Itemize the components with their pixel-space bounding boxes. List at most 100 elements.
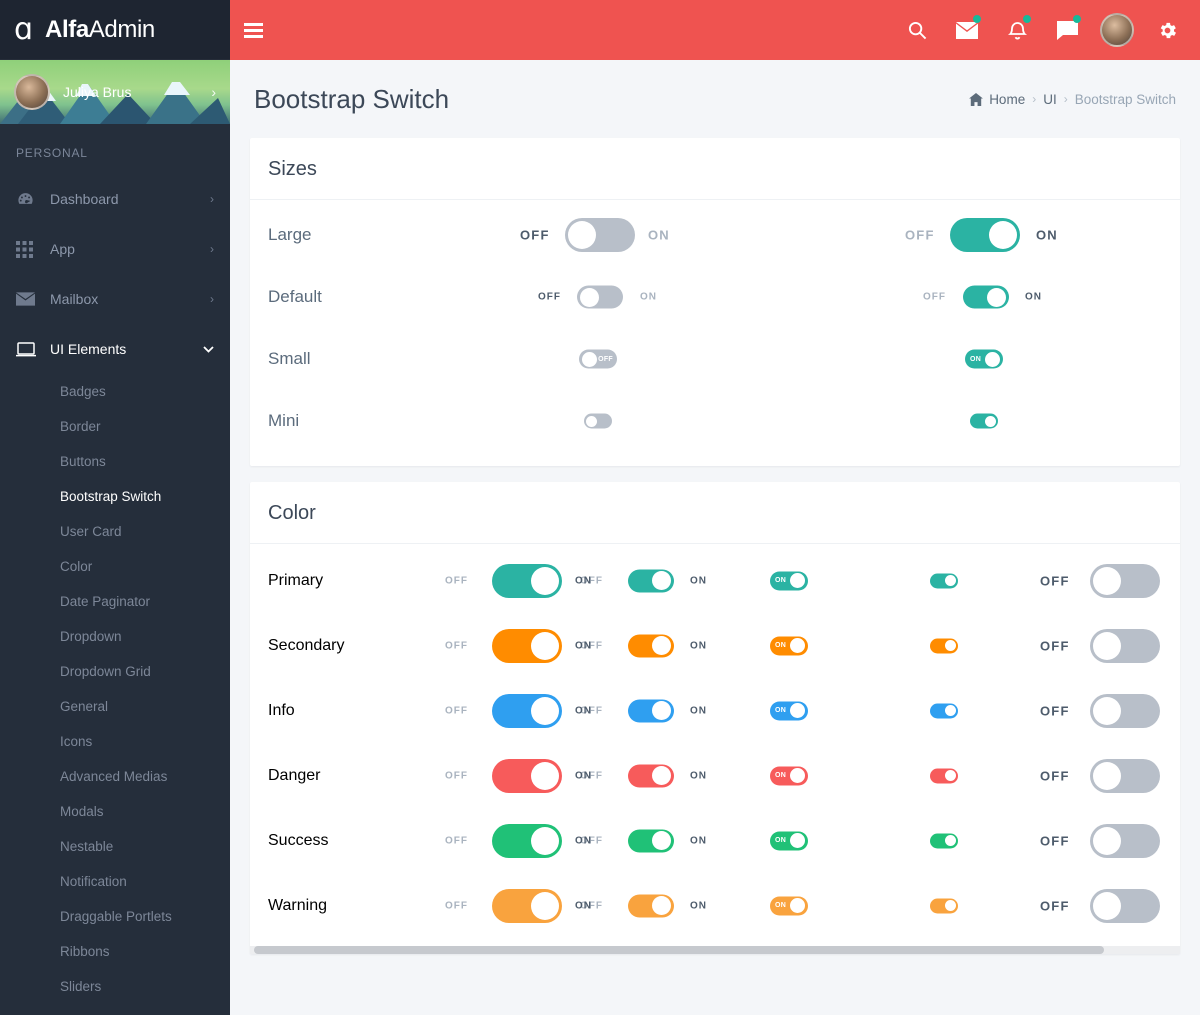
switch-primary-small-on[interactable]: ON [770,571,808,590]
off-text: OFF [1040,833,1070,848]
alpha-icon: ɑ [14,11,34,47]
sidebar-subitem-border[interactable]: Border [0,409,230,444]
off-text: OFF [1040,638,1070,653]
switch-danger-mini-on[interactable] [930,768,958,783]
sidebar-subitem-advanced-medias[interactable]: Advanced Medias [0,759,230,794]
breadcrumb-home[interactable]: Home [969,92,1025,107]
sidebar-subitem-badges[interactable]: Badges [0,374,230,409]
sidebar-subitem-dropdown-grid[interactable]: Dropdown Grid [0,654,230,689]
color-card-body: Primary OFF OFF ON ON ON OFF Secondary O… [250,544,1180,954]
off-text: OFF [538,291,561,303]
switch-small-off[interactable]: OFF [579,349,617,369]
mail-icon[interactable] [942,0,992,60]
off-text: OFF [1040,768,1070,783]
switch-large-on[interactable] [950,218,1020,252]
gear-icon[interactable] [1142,0,1192,60]
switch-inner-on-label: ON [775,642,787,649]
breadcrumb-home-label: Home [989,91,1026,107]
row-label: Success [268,831,329,849]
sidebar-subitem-draggable-portlets[interactable]: Draggable Portlets [0,899,230,934]
switch-default-off[interactable] [577,285,623,309]
switch-warning-mini-on[interactable] [930,898,958,913]
switch-warning-large-off[interactable] [1090,888,1160,923]
switch-secondary-large-on[interactable] [492,628,562,663]
sidebar-subitem-general[interactable]: General [0,689,230,724]
switch-warning-default-on[interactable] [628,894,674,917]
row-label: Secondary [268,636,345,654]
switch-primary-mini-on[interactable] [930,573,958,588]
switch-warning-small-on[interactable]: ON [770,896,808,915]
switch-danger-large-on[interactable] [492,758,562,793]
scrollbar-thumb[interactable] [254,946,1104,954]
switch-mini-off[interactable] [584,413,612,429]
sidebar-subitem-ribbons[interactable]: Ribbons [0,934,230,969]
breadcrumb-ui[interactable]: UI [1043,92,1057,107]
sidebar-subitem-notification[interactable]: Notification [0,864,230,899]
switch-info-mini-on[interactable] [930,703,958,718]
switch-primary-large-off[interactable] [1090,563,1160,598]
switch-success-mini-on[interactable] [930,833,958,848]
off-text: OFF [445,770,468,781]
color-row-success: Success OFF OFF ON ON ON OFF [250,808,1180,873]
sidebar-subitem-color[interactable]: Color [0,549,230,584]
switch-mini-on[interactable] [970,413,998,429]
switch-secondary-small-on[interactable]: ON [770,636,808,655]
chevron-right-icon: › [210,242,214,256]
chevron-right-icon[interactable]: › [211,84,216,100]
sidebar-subitem-bootstrap-switch[interactable]: Bootstrap Switch [0,479,230,514]
sidebar-item-dashboard[interactable]: Dashboard › [0,174,230,224]
horizontal-scrollbar[interactable] [250,946,1180,954]
bell-icon[interactable] [992,0,1042,60]
switch-secondary-large-off[interactable] [1090,628,1160,663]
switch-secondary-mini-on[interactable] [930,638,958,653]
switch-primary-default-on[interactable] [628,569,674,592]
chat-icon[interactable] [1042,0,1092,60]
switch-success-small-on[interactable]: ON [770,831,808,850]
switch-small-on[interactable]: ON [965,349,1003,369]
sidebar-subitem-nestable[interactable]: Nestable [0,829,230,864]
switch-default-on[interactable] [963,285,1009,309]
sidebar-subitem-modals[interactable]: Modals [0,794,230,829]
sidebar-subitem-dropdown[interactable]: Dropdown [0,619,230,654]
color-row-info: Info OFF OFF ON ON ON OFF [250,678,1180,743]
sidebar-item-mailbox[interactable]: Mailbox › [0,274,230,324]
sidebar-subitem-user-card[interactable]: User Card [0,514,230,549]
sidebar-subitem-sliders[interactable]: Sliders [0,969,230,1004]
switch-danger-default-on[interactable] [628,764,674,787]
switch-success-large-off[interactable] [1090,823,1160,858]
switch-info-default-on[interactable] [628,699,674,722]
sidebar-user-banner[interactable]: Juliya Brus › [0,60,230,124]
sidebar-subitem-buttons[interactable]: Buttons [0,444,230,479]
on-text: ON [575,640,592,651]
sizes-card: Sizes Large OFF ON OFF ON Default OFF ON… [250,138,1180,466]
user-avatar[interactable] [1100,13,1134,47]
bell-badge-dot [1023,15,1031,23]
switch-info-large-off[interactable] [1090,693,1160,728]
switch-warning-large-on[interactable] [492,888,562,923]
switch-success-large-on[interactable] [492,823,562,858]
hamburger-icon[interactable] [244,20,276,41]
sidebar-item-ui-elements[interactable]: UI Elements [0,324,230,374]
brand-logo[interactable]: ɑ AlfaAdmin [0,0,230,60]
topbar [230,0,1200,60]
switch-info-small-on[interactable]: ON [770,701,808,720]
row-label: Primary [268,571,324,589]
switch-info-large-on[interactable] [492,693,562,728]
off-text: OFF [520,227,550,243]
avatar [14,74,50,110]
sidebar-item-label: UI Elements [50,341,127,357]
switch-large-off[interactable] [565,218,635,252]
off-text: OFF [445,900,468,911]
color-card-title: Color [250,482,1180,544]
sidebar-subitem-date-paginator[interactable]: Date Paginator [0,584,230,619]
switch-danger-large-off[interactable] [1090,758,1160,793]
off-text: OFF [445,575,468,586]
switch-danger-small-on[interactable]: ON [770,766,808,785]
search-icon[interactable] [892,0,942,60]
switch-secondary-default-on[interactable] [628,634,674,657]
sidebar-subitem-icons[interactable]: Icons [0,724,230,759]
on-text: ON [690,705,707,716]
sidebar-item-app[interactable]: App › [0,224,230,274]
switch-primary-large-on[interactable] [492,563,562,598]
switch-success-default-on[interactable] [628,829,674,852]
